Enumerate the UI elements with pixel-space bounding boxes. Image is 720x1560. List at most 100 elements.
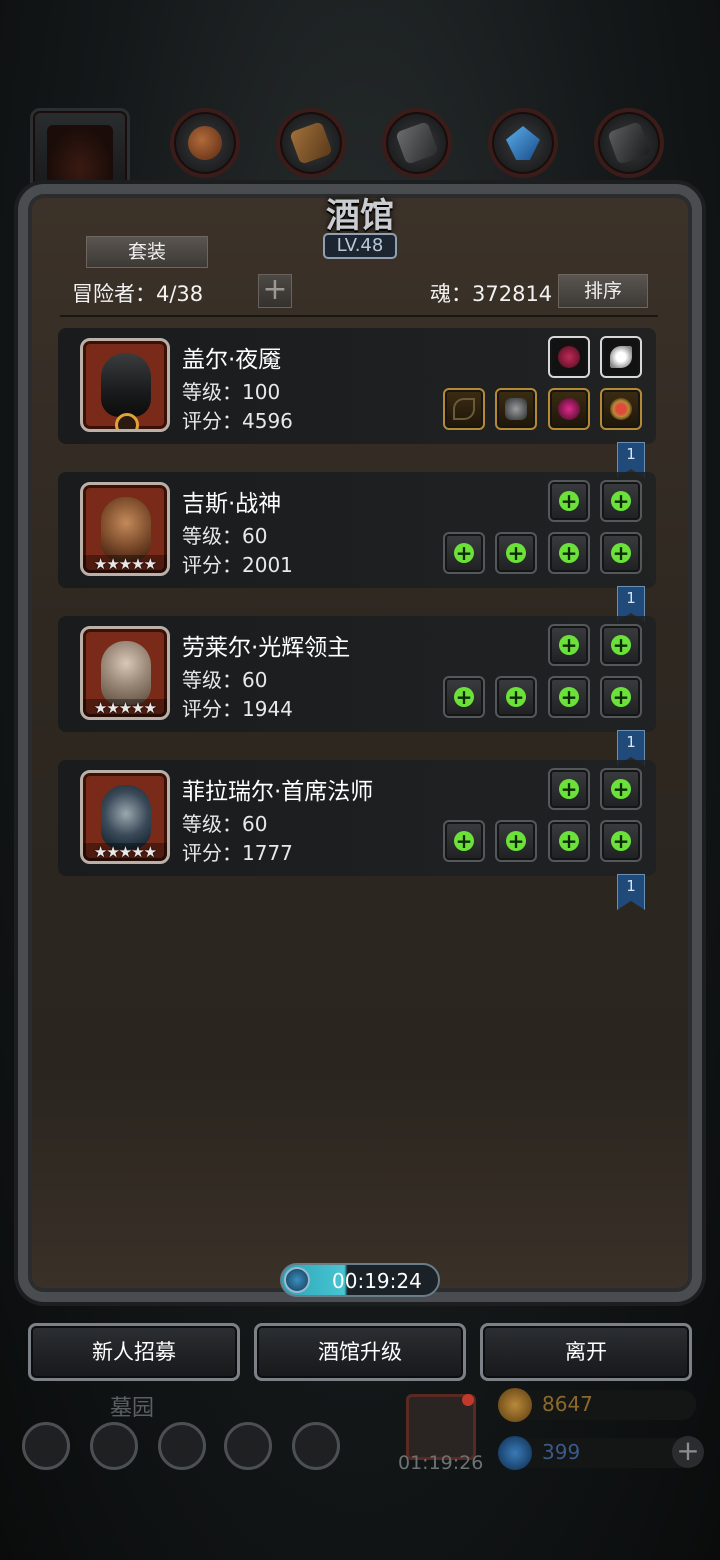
armor-icon [505, 398, 527, 420]
hero-row[interactable]: ★★★★★ 菲拉瑞尔·首席法师 等级：60 评分：1777 + + + + + … [58, 760, 656, 876]
empty-slot-armor[interactable]: + [495, 676, 537, 718]
add-plus-icon: + [559, 489, 579, 513]
stone-icon [607, 121, 651, 165]
upgrade-tavern-button[interactable]: 酒馆升级 [254, 1323, 466, 1381]
old-lord-portrait [101, 641, 151, 705]
soul-count: 魂：372814 [430, 282, 553, 306]
notification-dot [462, 1394, 474, 1406]
hero-row[interactable]: ★★★★★ 吉斯·战神 等级：60 评分：2001 + + + + + + [58, 472, 656, 588]
add-plus-icon: + [506, 685, 526, 709]
hero-portrait[interactable]: ★★★★★ [80, 770, 170, 864]
hero-score: 评分：2001 [182, 553, 293, 577]
add-plus-icon: + [611, 541, 631, 565]
bow-icon [453, 398, 475, 420]
mail-icon[interactable] [224, 1422, 272, 1470]
hero-name: 菲拉瑞尔·首席法师 [182, 779, 374, 805]
recruit-button[interactable]: 新人招募 [28, 1323, 240, 1381]
tavern-level-badge: LV.48 [323, 233, 397, 259]
empty-slot-amulet[interactable]: + [548, 820, 590, 862]
wood-icon [289, 121, 333, 165]
gold-icon [498, 1388, 532, 1422]
empty-slot-feather[interactable]: + [600, 768, 642, 810]
area-label: 墓园 [110, 1396, 155, 1421]
castle-icon[interactable] [158, 1422, 206, 1470]
tab-stone[interactable] [594, 108, 664, 178]
hero-portrait[interactable]: ★★★★★ [80, 626, 170, 720]
empty-slot-amulet[interactable]: + [548, 532, 590, 574]
cloak-icon [558, 346, 580, 368]
empty-slot-cloak[interactable]: + [548, 624, 590, 666]
empty-slot-cloak[interactable]: + [548, 768, 590, 810]
leave-button[interactable]: 离开 [480, 1323, 692, 1381]
gold-amount: 8647 [542, 1392, 593, 1416]
set-button[interactable]: 套装 [86, 236, 208, 268]
empty-slot-feather[interactable]: + [600, 624, 642, 666]
empty-slot-amulet[interactable]: + [548, 676, 590, 718]
add-plus-icon: + [454, 685, 474, 709]
add-plus-icon: + [559, 829, 579, 853]
star-rating: ★★★★★ [83, 555, 167, 573]
hero-portrait[interactable] [80, 338, 170, 432]
hero-level: 等级：60 [182, 524, 268, 548]
refresh-timer: 00:19:24 [280, 1263, 440, 1297]
tab-meat[interactable] [170, 108, 240, 178]
empty-slot-weapon[interactable]: + [443, 532, 485, 574]
gem-icon [498, 1436, 532, 1470]
hero-score: 评分：1777 [182, 841, 293, 865]
sort-button[interactable]: 排序 [558, 274, 648, 308]
chat-icon[interactable] [292, 1422, 340, 1470]
tab-iron[interactable] [382, 108, 452, 178]
add-plus-icon: + [559, 685, 579, 709]
add-plus-icon: + [611, 829, 631, 853]
add-plus-icon: + [611, 777, 631, 801]
gem-amount: 399 [542, 1440, 581, 1464]
equip-slot-ring[interactable] [600, 388, 642, 430]
crescent-ring-icon [115, 413, 139, 429]
add-plus-icon: + [506, 829, 526, 853]
hero-name: 劳莱尔·光辉领主 [182, 635, 351, 661]
equip-slot-armor[interactable] [495, 388, 537, 430]
empty-slot-ring[interactable]: + [600, 676, 642, 718]
settings-icon[interactable] [22, 1422, 70, 1470]
helmet-knight-portrait [101, 353, 151, 417]
add-plus-icon: + [454, 541, 474, 565]
heroes-icon[interactable] [90, 1422, 138, 1470]
equip-slot-bow[interactable] [443, 388, 485, 430]
star-rating: ★★★★★ [83, 699, 167, 717]
add-plus-icon: + [506, 541, 526, 565]
divider [60, 315, 658, 317]
empty-slot-armor[interactable]: + [495, 820, 537, 862]
clock-icon [284, 1267, 310, 1293]
empty-slot-cloak[interactable]: + [548, 480, 590, 522]
equip-slot-feather[interactable] [600, 336, 642, 378]
hero-name: 吉斯·战神 [182, 491, 282, 517]
add-plus-icon: + [559, 633, 579, 657]
empty-slot-armor[interactable]: + [495, 532, 537, 574]
hooded-figure-icon [47, 125, 113, 187]
hero-row[interactable]: 盖尔·夜魇 等级：100 评分：4596 [58, 328, 656, 444]
hero-score: 评分：4596 [182, 409, 293, 433]
hero-row[interactable]: ★★★★★ 劳莱尔·光辉领主 等级：60 评分：1944 + + + + + + [58, 616, 656, 732]
mage-portrait [101, 785, 151, 849]
hero-portrait[interactable]: ★★★★★ [80, 482, 170, 576]
iron-icon [395, 121, 439, 165]
tab-wood[interactable] [276, 108, 346, 178]
empty-slot-feather[interactable]: + [600, 480, 642, 522]
empty-slot-ring[interactable]: + [600, 820, 642, 862]
empty-slot-ring[interactable]: + [600, 532, 642, 574]
hero-level: 等级：60 [182, 668, 268, 692]
feather-icon [610, 346, 632, 368]
tab-crystal[interactable] [488, 108, 558, 178]
add-plus-icon: + [611, 685, 631, 709]
add-slot-button[interactable]: + [258, 274, 292, 308]
add-plus-icon: + [611, 633, 631, 657]
add-plus-icon: + [559, 777, 579, 801]
equip-slot-amulet[interactable] [548, 388, 590, 430]
empty-slot-weapon[interactable]: + [443, 820, 485, 862]
timer-text: 00:19:24 [332, 1269, 422, 1293]
equip-slot-cloak[interactable] [548, 336, 590, 378]
adventurer-count: 冒险者：4/38 [72, 282, 204, 306]
warrior-portrait [101, 497, 151, 561]
empty-slot-weapon[interactable]: + [443, 676, 485, 718]
add-gems-button[interactable]: + [672, 1436, 704, 1468]
